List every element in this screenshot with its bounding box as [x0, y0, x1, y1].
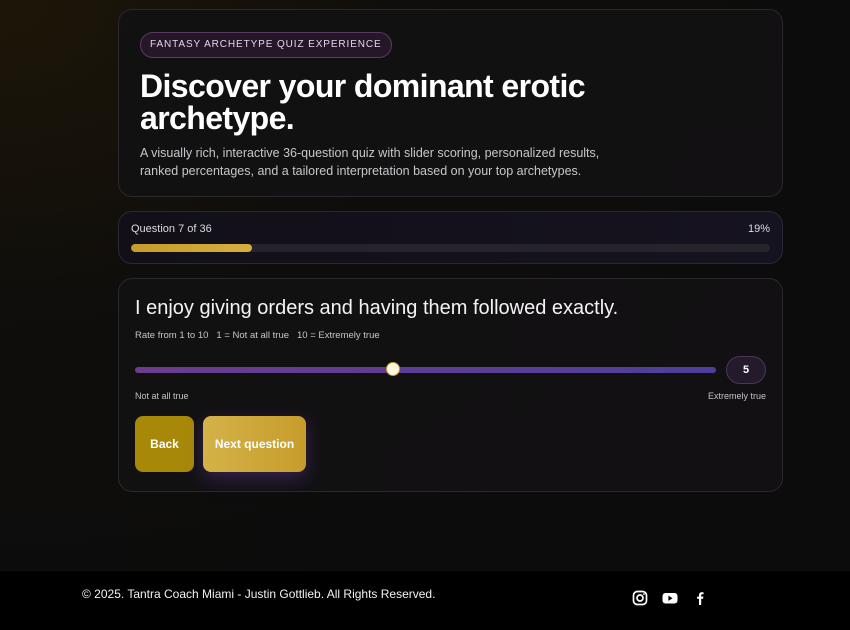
slider-track[interactable]: [135, 367, 716, 373]
progress-card: Question 7 of 36 19%: [118, 211, 783, 264]
question-text: I enjoy giving orders and having them fo…: [135, 297, 619, 319]
navigation-buttons: Back Next question: [135, 416, 766, 472]
slider-end-labels: Not at all true Extremely true: [135, 391, 766, 401]
rating-slider[interactable]: 5: [135, 356, 766, 386]
rate-hint: Rate from 1 to 10: [135, 330, 209, 341]
progress-track: [131, 244, 770, 252]
footer: © 2025. Tantra Coach Miami - Justin Gott…: [0, 571, 850, 630]
social-links: [632, 590, 708, 606]
hero-card: Fantasy Archetype Quiz Experience Discov…: [118, 9, 783, 197]
question-card: I enjoy giving orders and having them fo…: [118, 278, 783, 492]
rating-hints: Rate from 1 to 10 1 = Not at all true 10…: [135, 330, 766, 341]
scale-high-hint: 10 = Extremely true: [297, 330, 380, 341]
slider-thumb[interactable]: [386, 362, 401, 376]
next-question-button[interactable]: Next question: [203, 416, 306, 472]
facebook-icon[interactable]: [692, 590, 708, 606]
hero-description: A visually rich, interactive 36-question…: [140, 146, 600, 178]
progress-percent: 19%: [747, 223, 770, 235]
progress-fill: [131, 244, 253, 252]
instagram-icon[interactable]: [632, 590, 648, 606]
slider-value: 5: [726, 356, 766, 384]
copyright-text: © 2025. Tantra Coach Miami - Justin Gott…: [82, 587, 436, 601]
quiz-badge: Fantasy Archetype Quiz Experience: [140, 32, 392, 58]
question-counter: Question 7 of 36: [131, 223, 212, 235]
slider-high-label: Extremely true: [707, 391, 766, 401]
youtube-icon[interactable]: [662, 590, 678, 606]
progress-header: Question 7 of 36 19%: [131, 223, 770, 235]
scale-low-hint: 1 = Not at all true: [216, 330, 290, 341]
slider-low-label: Not at all true: [135, 391, 189, 401]
page-title: Discover your dominant erotic archetype.: [140, 68, 586, 136]
back-button[interactable]: Back: [135, 416, 194, 472]
